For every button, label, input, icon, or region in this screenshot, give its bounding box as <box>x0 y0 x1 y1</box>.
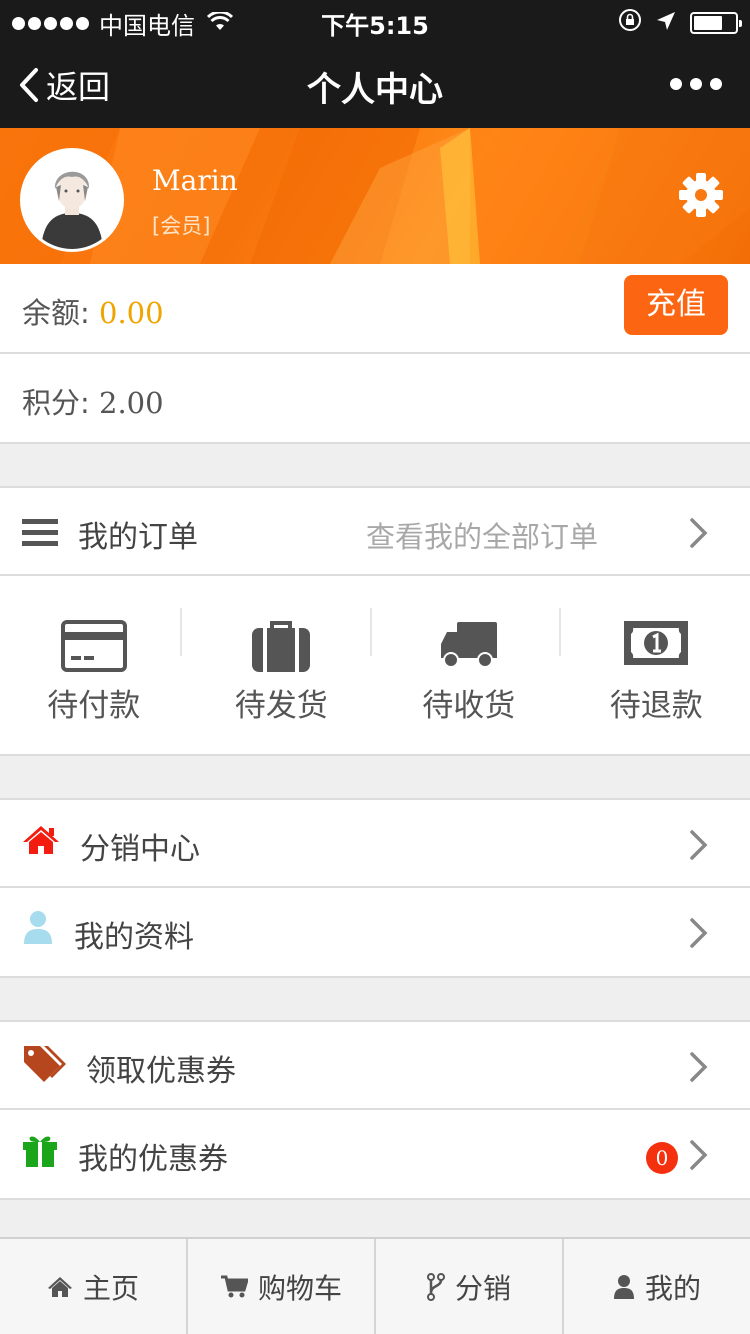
divider <box>180 608 182 656</box>
my-orders-row[interactable]: 我的订单 查看我的全部订单 <box>0 486 750 576</box>
money-icon <box>624 621 689 665</box>
tab-mine[interactable]: 我的 <box>564 1239 750 1334</box>
tab-label: 我的 <box>644 1271 701 1305</box>
user-icon <box>24 911 52 944</box>
order-status-label: 待收货 <box>422 688 516 724</box>
tags-icon <box>24 1046 66 1082</box>
get-coupons-label: 领取优惠券 <box>86 1054 236 1089</box>
gear-icon <box>679 173 723 217</box>
more-button[interactable] <box>670 78 722 90</box>
order-status-row: 待付款 待发货 待收货 待退款 <box>0 576 750 756</box>
divider <box>370 608 372 656</box>
member-level: [会员] <box>152 214 211 238</box>
chevron-right-icon <box>690 1140 708 1170</box>
tab-distribution[interactable]: 分销 <box>376 1239 564 1334</box>
points-value: 2.00 <box>99 386 164 420</box>
page-title: 个人中心 <box>307 70 443 110</box>
credit-card-icon <box>60 620 127 672</box>
view-all-orders-link[interactable]: 查看我的全部订单 <box>366 514 598 556</box>
points-label: 积分: <box>22 386 99 420</box>
profile-header: Marin [会员] <box>0 128 750 264</box>
points-text: 积分: 2.00 <box>22 380 164 422</box>
order-status-pending-payment[interactable]: 待付款 <box>0 576 188 754</box>
order-status-pending-refund[interactable]: 待退款 <box>563 576 750 754</box>
balance-label: 余额: <box>22 296 99 330</box>
user-icon <box>613 1274 634 1299</box>
my-profile-label: 我的资料 <box>74 920 194 955</box>
list-icon <box>22 519 58 546</box>
tab-home[interactable]: 主页 <box>0 1239 188 1334</box>
chevron-right-icon <box>690 830 708 860</box>
chevron-right-icon <box>690 1052 708 1082</box>
coupon-count-badge: 0 <box>646 1142 678 1174</box>
my-coupons-row[interactable]: 我的优惠券 0 <box>0 1110 750 1200</box>
tab-cart[interactable]: 购物车 <box>188 1239 376 1334</box>
gift-icon <box>23 1136 57 1167</box>
location-icon <box>656 9 676 37</box>
my-coupons-label: 我的优惠券 <box>78 1142 228 1177</box>
balance-value: 0.00 <box>99 296 164 330</box>
distribution-center-row[interactable]: 分销中心 <box>0 798 750 888</box>
status-bar: 中国电信 下午5:15 <box>0 0 750 40</box>
briefcase-icon <box>252 621 311 672</box>
user-name: Marin <box>152 164 238 197</box>
recharge-button[interactable]: 充值 <box>624 275 728 335</box>
order-status-pending-receipt[interactable]: 待收货 <box>375 576 563 754</box>
chevron-right-icon <box>690 918 708 948</box>
cart-icon <box>220 1275 248 1297</box>
divider <box>559 608 561 656</box>
home-icon <box>23 826 59 854</box>
points-row: 积分: 2.00 <box>0 354 750 444</box>
distribution-center-label: 分销中心 <box>80 832 200 867</box>
my-profile-row[interactable]: 我的资料 <box>0 888 750 978</box>
order-status-label: 待付款 <box>47 688 141 724</box>
bottom-tab-bar: 主页 购物车 分销 我的 <box>0 1237 750 1334</box>
avatar[interactable] <box>20 148 124 252</box>
tab-label: 分销 <box>454 1271 511 1305</box>
home-icon <box>47 1276 72 1297</box>
balance-text: 余额: 0.00 <box>22 290 164 332</box>
battery-icon <box>690 12 742 34</box>
truck-icon <box>440 622 497 668</box>
balance-row: 余额: 0.00 充值 <box>0 264 750 354</box>
order-status-label: 待退款 <box>609 688 703 724</box>
tab-label: 购物车 <box>257 1271 342 1305</box>
my-orders-label: 我的订单 <box>78 520 198 555</box>
get-coupons-row[interactable]: 领取优惠券 <box>0 1020 750 1110</box>
order-status-label: 待发货 <box>234 688 328 724</box>
settings-button[interactable] <box>678 172 724 222</box>
branch-icon <box>426 1272 445 1301</box>
tab-label: 主页 <box>82 1271 139 1305</box>
rotation-lock-icon <box>618 8 642 38</box>
order-status-pending-shipment[interactable]: 待发货 <box>188 576 376 754</box>
chevron-right-icon <box>690 518 708 548</box>
nav-bar: 返回 个人中心 <box>0 40 750 128</box>
